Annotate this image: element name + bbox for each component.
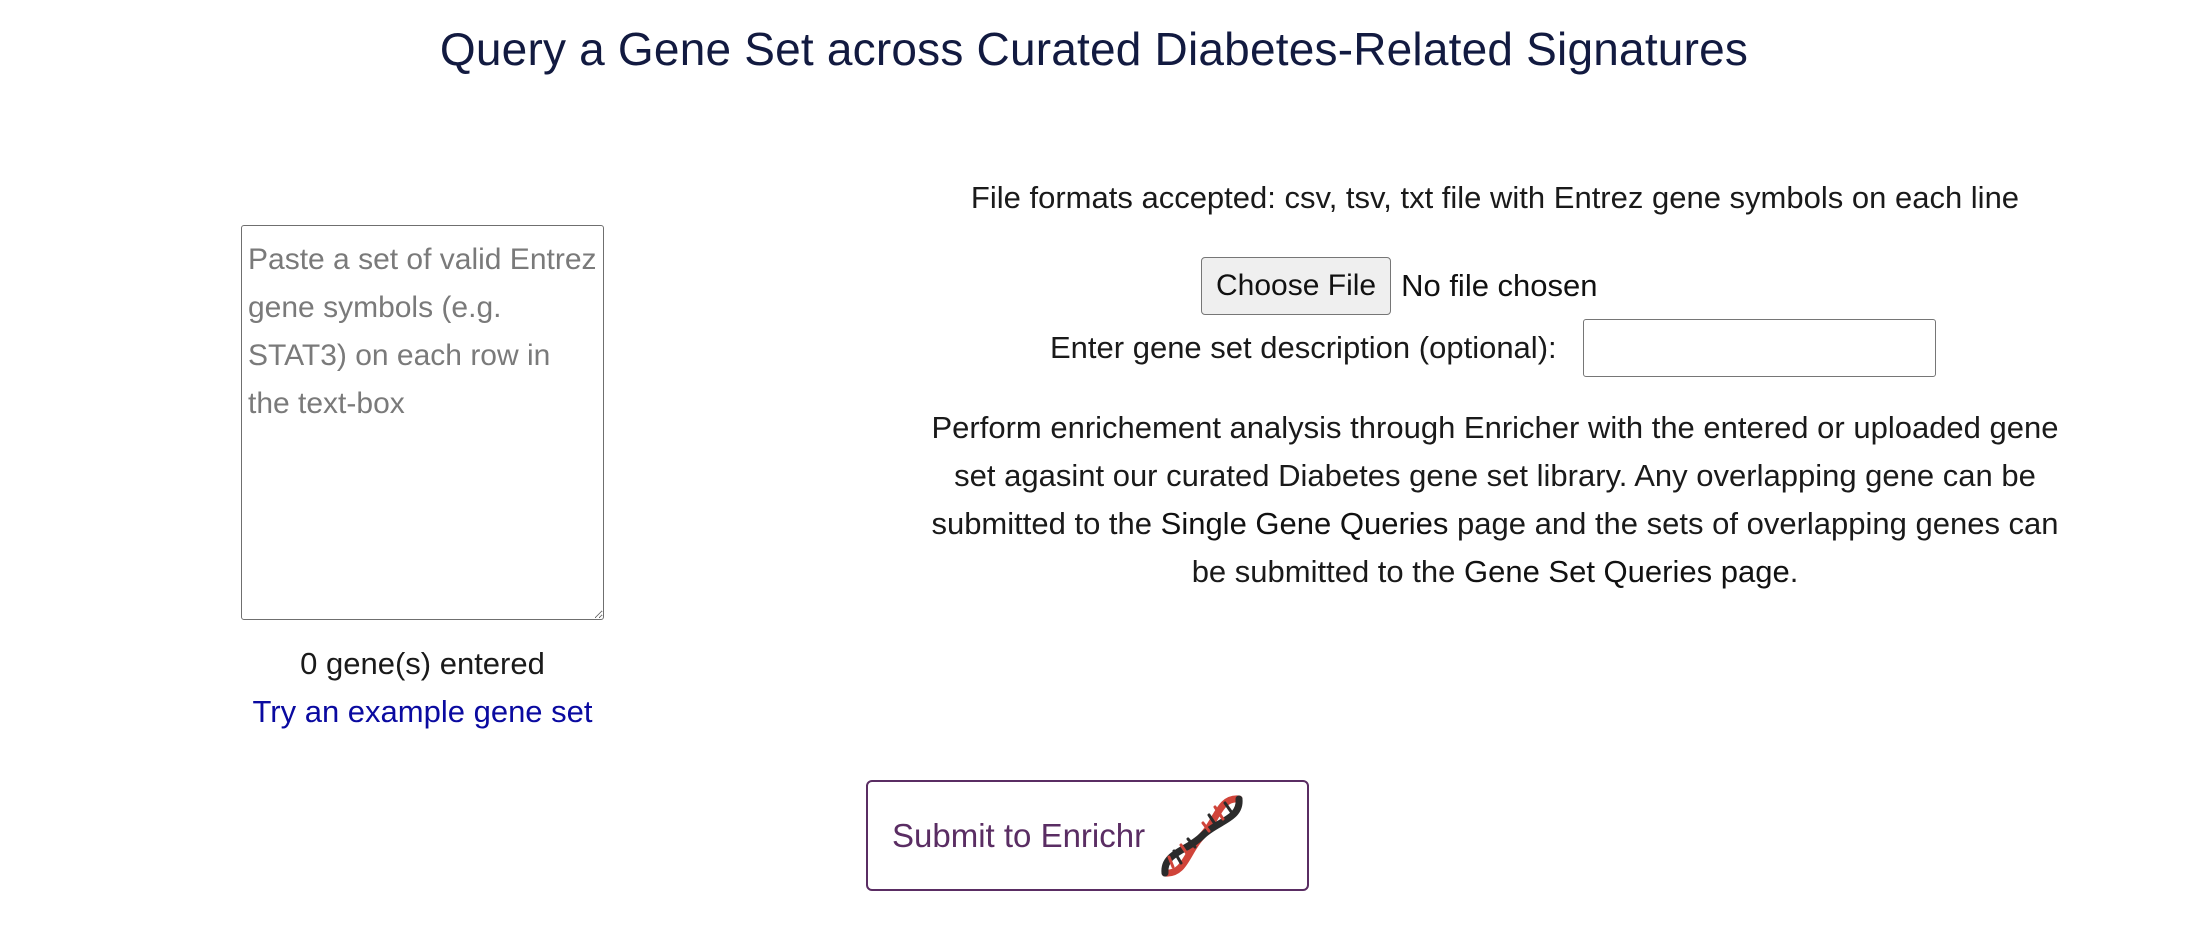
example-gene-set-link[interactable]: Try an example gene set xyxy=(221,694,624,730)
dna-icon xyxy=(1157,791,1247,881)
info-text-part3: . xyxy=(1789,554,1799,589)
no-file-chosen-text: No file chosen xyxy=(1401,268,1598,303)
gene-set-queries-link[interactable]: Gene Set Queries page xyxy=(1464,554,1790,589)
file-formats-text: File formats accepted: csv, tsv, txt fil… xyxy=(970,180,2020,215)
info-paragraph: Perform enrichement analysis through Enr… xyxy=(930,404,2060,596)
page-title: Query a Gene Set across Curated Diabetes… xyxy=(439,23,1749,75)
page: Query a Gene Set across Curated Diabetes… xyxy=(0,0,2188,952)
description-input[interactable] xyxy=(1583,319,1936,377)
submit-button-label: Submit to Enrichr xyxy=(892,816,1146,854)
submit-to-enrichr-button[interactable]: Submit to Enrichr xyxy=(866,780,1309,891)
gene-list-textarea[interactable] xyxy=(241,225,604,620)
choose-file-button[interactable]: Choose File xyxy=(1201,257,1392,315)
file-upload-control: Choose File No file chosen xyxy=(1201,257,1598,315)
gene-count-text: 0 gene(s) entered xyxy=(300,646,545,681)
description-label: Enter gene set description (optional): xyxy=(1050,330,1557,365)
single-gene-queries-link[interactable]: Single Gene Queries xyxy=(1161,506,1449,541)
